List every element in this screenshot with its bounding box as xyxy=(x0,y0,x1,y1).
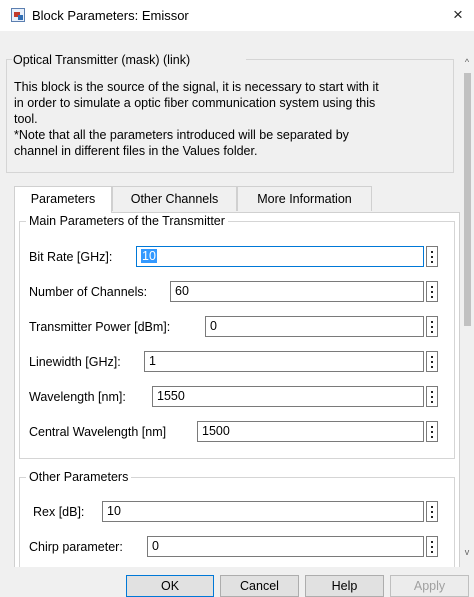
close-button[interactable]: × xyxy=(444,2,472,28)
rex-input[interactable]: 10 xyxy=(102,501,424,522)
description-line: tool. xyxy=(14,112,38,126)
vertical-ellipsis-icon[interactable] xyxy=(426,386,438,407)
description-line: in order to simulate a optic fiber commu… xyxy=(14,96,376,110)
cancel-button[interactable]: Cancel xyxy=(220,575,299,597)
vertical-ellipsis-icon[interactable] xyxy=(426,281,438,302)
linewidth-input[interactable]: 1 xyxy=(144,351,424,372)
tab-parameters[interactable]: Parameters xyxy=(14,186,112,213)
bit-rate-input[interactable]: 10 xyxy=(136,246,424,267)
vertical-ellipsis-icon[interactable] xyxy=(426,246,438,267)
other-parameters-title: Other Parameters xyxy=(26,470,132,484)
vertical-scrollbar[interactable]: ^ v xyxy=(460,31,474,567)
scrollbar-thumb[interactable] xyxy=(464,73,471,326)
dialog-content: Optical Transmitter (mask) (link) This b… xyxy=(0,31,474,587)
number-of-channels-input[interactable]: 60 xyxy=(170,281,424,302)
transmitter-power-input[interactable]: 0 xyxy=(205,316,424,337)
chirp-parameter-input[interactable]: 0 xyxy=(147,536,424,557)
central-wavelength-label: Central Wavelength [nm] xyxy=(29,425,167,439)
mask-description: This block is the source of the signal, … xyxy=(14,79,454,159)
title-bar: Block Parameters: Emissor × xyxy=(0,0,474,31)
help-button[interactable]: Help xyxy=(305,575,384,597)
description-line: This block is the source of the signal, … xyxy=(14,80,379,94)
vertical-ellipsis-icon[interactable] xyxy=(426,501,438,522)
bit-rate-label: Bit Rate [GHz]: xyxy=(29,250,113,264)
scroll-down-icon[interactable]: v xyxy=(462,547,472,557)
vertical-ellipsis-icon[interactable] xyxy=(426,316,438,337)
chirp-parameter-label: Chirp parameter: xyxy=(29,540,123,554)
mask-title-link[interactable]: Optical Transmitter (mask) (link) xyxy=(13,53,190,67)
ok-button[interactable]: OK xyxy=(126,575,214,597)
tab-other-channels[interactable]: Other Channels xyxy=(112,186,237,211)
transmitter-power-label: Transmitter Power [dBm]: xyxy=(29,320,171,334)
vertical-ellipsis-icon[interactable] xyxy=(426,421,438,442)
linewidth-label: Linewidth [GHz]: xyxy=(29,355,121,369)
button-bar: OK Cancel Help Apply xyxy=(0,567,474,597)
vertical-ellipsis-icon[interactable] xyxy=(426,536,438,557)
description-line: *Note that all the parameters introduced… xyxy=(14,128,349,142)
vertical-ellipsis-icon[interactable] xyxy=(426,351,438,372)
tab-more-information[interactable]: More Information xyxy=(237,186,372,211)
window-title: Block Parameters: Emissor xyxy=(32,8,189,23)
apply-button[interactable]: Apply xyxy=(390,575,469,597)
block-parameters-icon xyxy=(11,8,25,22)
bit-rate-value: 10 xyxy=(141,249,157,263)
description-line: channel in different files in the Values… xyxy=(14,144,258,158)
main-parameters-title: Main Parameters of the Transmitter xyxy=(26,214,228,228)
parameters-panel: Main Parameters of the Transmitter Bit R… xyxy=(14,212,460,587)
scroll-up-icon[interactable]: ^ xyxy=(462,57,472,67)
rex-label: Rex [dB]: xyxy=(33,505,85,519)
central-wavelength-input[interactable]: 1500 xyxy=(197,421,424,442)
wavelength-input[interactable]: 1550 xyxy=(152,386,424,407)
wavelength-label: Wavelength [nm]: xyxy=(29,390,126,404)
number-of-channels-label: Number of Channels: xyxy=(29,285,148,299)
